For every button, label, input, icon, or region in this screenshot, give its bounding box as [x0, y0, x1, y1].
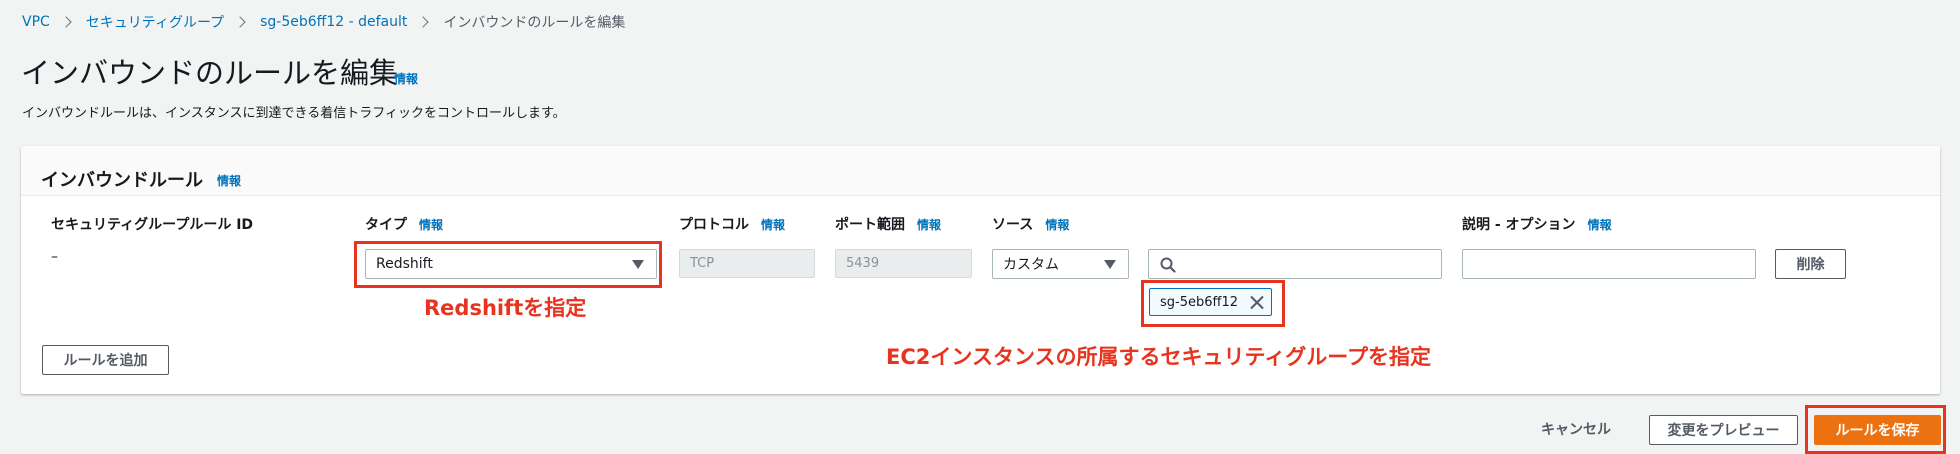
chevron-right-icon	[60, 16, 72, 28]
column-header-description: 説明 - オプション 情報	[1462, 214, 1612, 234]
port-range-info-link[interactable]: 情報	[917, 218, 941, 232]
protocol-value: TCP	[690, 256, 715, 271]
breadcrumb-security-group[interactable]: sg-5eb6ff12 - default	[260, 14, 407, 30]
column-header-type: タイプ 情報	[365, 214, 443, 234]
breadcrumb-security-groups[interactable]: セキュリティグループ	[86, 12, 224, 32]
preview-changes-button[interactable]: 変更をプレビュー	[1649, 415, 1798, 445]
description-input[interactable]	[1462, 249, 1756, 279]
add-rule-button[interactable]: ルールを追加	[42, 345, 169, 375]
source-search-input[interactable]	[1148, 249, 1442, 279]
column-header-label: ソース	[992, 217, 1034, 233]
type-info-link[interactable]: 情報	[419, 218, 443, 232]
page-title: インバウンドのルールを編集	[21, 56, 399, 90]
breadcrumb-vpc[interactable]: VPC	[22, 14, 50, 30]
panel-header	[21, 146, 1940, 196]
chevron-right-icon	[417, 16, 430, 28]
column-header-label: プロトコル	[679, 217, 749, 233]
source-type-select[interactable]: カスタム	[992, 249, 1129, 279]
type-annotation: Redshiftを指定	[424, 296, 587, 320]
column-header-rule-id: セキュリティグループルール ID	[51, 214, 253, 234]
column-header-label: セキュリティグループルール ID	[51, 217, 254, 233]
column-header-source: ソース 情報	[992, 214, 1069, 234]
port-range-value: 5439	[846, 256, 880, 271]
type-highlight-box	[354, 241, 662, 288]
rule-id-value: –	[51, 249, 58, 265]
delete-button[interactable]: 削除	[1775, 249, 1846, 279]
column-header-label: ポート範囲	[835, 217, 905, 233]
protocol-info-link[interactable]: 情報	[761, 218, 785, 232]
column-header-protocol: プロトコル 情報	[679, 214, 785, 234]
source-info-link[interactable]: 情報	[1045, 218, 1069, 232]
column-header-label: タイプ	[365, 217, 407, 233]
search-icon	[1160, 257, 1176, 273]
source-annotation: EC2インスタンスの所属するセキュリティグループを指定	[886, 345, 1432, 369]
description-info-link[interactable]: 情報	[1588, 218, 1612, 232]
cancel-button[interactable]: キャンセル	[1541, 419, 1611, 439]
column-header-port-range: ポート範囲 情報	[835, 214, 941, 234]
save-rules-button[interactable]: ルールを保存	[1814, 415, 1941, 445]
panel-info-link[interactable]: 情報	[217, 172, 241, 189]
breadcrumb: VPC セキュリティグループ sg-5eb6ff12 - default インバ…	[22, 12, 625, 32]
panel-title: インバウンドルール	[41, 170, 203, 191]
caret-down-icon	[1104, 260, 1116, 269]
chevron-right-icon	[234, 16, 246, 28]
page-info-link[interactable]: 情報	[394, 70, 418, 87]
column-header-label: 説明 - オプション	[1462, 217, 1576, 233]
breadcrumb-current: インバウンドのルールを編集	[443, 15, 626, 31]
source-type-value: カスタム	[1003, 257, 1059, 273]
protocol-field: TCP	[679, 249, 815, 278]
page-description: インバウンドルールは、インスタンスに到達できる着信トラフィックをコントロールしま…	[22, 106, 566, 121]
source-highlight-box	[1141, 280, 1285, 327]
port-range-field: 5439	[835, 249, 972, 278]
